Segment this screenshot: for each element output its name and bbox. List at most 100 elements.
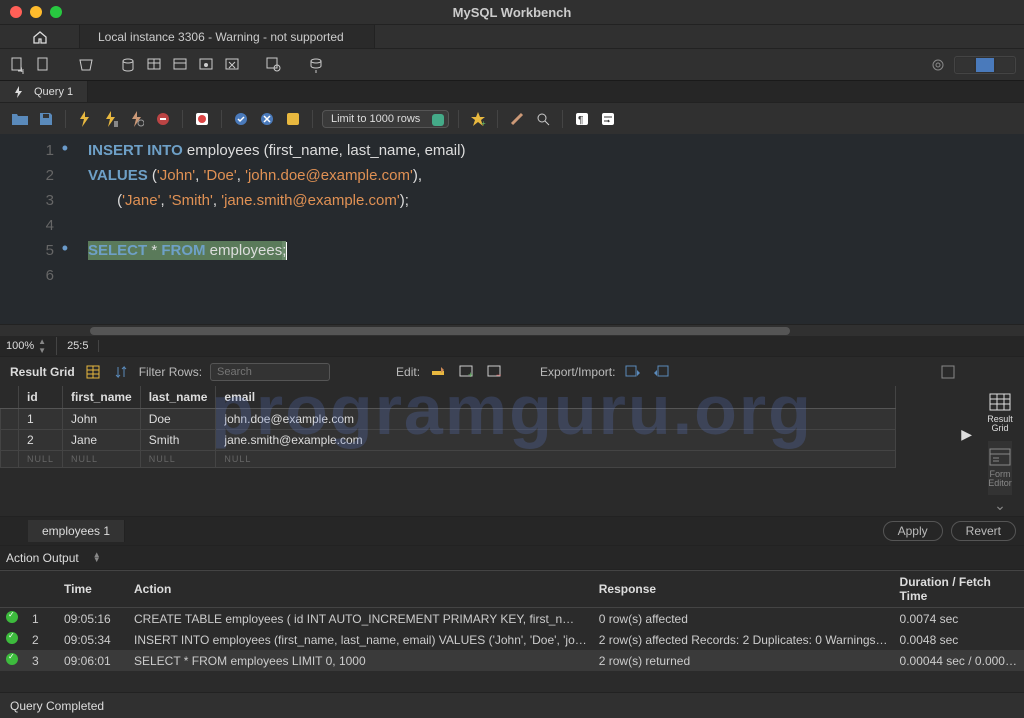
column-header[interactable]: last_name bbox=[140, 386, 216, 409]
titlebar: MySQL Workbench bbox=[0, 0, 1024, 24]
status-ok-icon bbox=[6, 611, 18, 623]
apply-button[interactable]: Apply bbox=[883, 521, 943, 541]
delete-row-icon[interactable]: − bbox=[484, 362, 504, 382]
result-tab[interactable]: employees 1 bbox=[28, 520, 125, 542]
column-header[interactable]: id bbox=[19, 386, 63, 409]
chevron-down-icon[interactable]: ⌄ bbox=[992, 495, 1008, 516]
column-header[interactable]: Action bbox=[128, 571, 593, 608]
panel-toggles bbox=[954, 56, 1016, 74]
find-icon[interactable] bbox=[533, 109, 553, 129]
autocommit-icon[interactable] bbox=[283, 109, 303, 129]
table-row[interactable]: 1JohnDoejohn.doe@example.com bbox=[1, 409, 896, 430]
connection-tab-label: Local instance 3306 - Warning - not supp… bbox=[98, 30, 344, 44]
inspector-icon[interactable] bbox=[76, 55, 96, 75]
column-header[interactable]: Response bbox=[593, 571, 894, 608]
result-area: id first_name last_name email 1JohnDoejo… bbox=[0, 386, 1024, 516]
column-header[interactable]: Time bbox=[58, 571, 128, 608]
svg-text:+: + bbox=[481, 119, 486, 127]
wrap-icon[interactable] bbox=[598, 109, 618, 129]
minimize-window-icon[interactable] bbox=[30, 6, 42, 18]
filter-label: Filter Rows: bbox=[139, 365, 202, 379]
status-text: Query Completed bbox=[10, 699, 104, 713]
export-icon[interactable] bbox=[623, 362, 643, 382]
create-table-icon[interactable] bbox=[144, 55, 164, 75]
limit-rows-select[interactable]: Limit to 1000 rows bbox=[322, 110, 449, 128]
chevron-up-down-icon[interactable]: ▲▼ bbox=[93, 553, 101, 563]
toggle-secondary-icon[interactable] bbox=[996, 58, 1014, 72]
toggle-output-icon[interactable] bbox=[976, 58, 994, 72]
toggle-sidebar-icon[interactable] bbox=[956, 58, 974, 72]
reconnect-icon[interactable] bbox=[306, 55, 326, 75]
new-sql-tab-icon[interactable]: + bbox=[8, 55, 28, 75]
query-tab[interactable]: Query 1 bbox=[0, 81, 88, 102]
action-row[interactable]: 209:05:34INSERT INTO employees (first_na… bbox=[0, 629, 1024, 650]
create-function-icon[interactable] bbox=[222, 55, 242, 75]
open-file-icon[interactable] bbox=[10, 109, 30, 129]
create-procedure-icon[interactable] bbox=[196, 55, 216, 75]
svg-text:−: − bbox=[496, 370, 501, 379]
home-tab[interactable] bbox=[0, 25, 80, 48]
explain-icon[interactable] bbox=[127, 109, 147, 129]
column-header[interactable]: Duration / Fetch Time bbox=[894, 571, 1024, 608]
lightning-icon bbox=[10, 83, 28, 101]
line-number: 6 bbox=[0, 263, 54, 288]
grid-view-icon[interactable] bbox=[83, 362, 103, 382]
action-output-label: Action Output bbox=[6, 551, 79, 565]
execute-current-icon[interactable] bbox=[101, 109, 121, 129]
stop-icon[interactable] bbox=[153, 109, 173, 129]
svg-text:+: + bbox=[468, 370, 473, 379]
status-ok-icon bbox=[6, 632, 18, 644]
search-table-icon[interactable] bbox=[264, 55, 284, 75]
save-file-icon[interactable] bbox=[36, 109, 56, 129]
status-ok-icon bbox=[6, 653, 18, 665]
table-null-row[interactable]: NULLNULLNULLNULL bbox=[1, 451, 896, 468]
column-header[interactable]: email bbox=[216, 386, 896, 409]
cursor-position: 25:5 bbox=[67, 340, 88, 352]
wrap-cell-icon[interactable] bbox=[938, 362, 958, 382]
result-grid-view-button[interactable]: Result Grid bbox=[987, 386, 1013, 441]
result-toolbar: Result Grid Filter Rows: Edit: + − Expor… bbox=[0, 356, 1024, 386]
expand-arrow-icon[interactable]: ▶ bbox=[961, 426, 972, 443]
line-number: 1 bbox=[0, 138, 54, 163]
rollback-icon[interactable] bbox=[257, 109, 277, 129]
settings-icon[interactable] bbox=[928, 55, 948, 75]
column-header[interactable]: first_name bbox=[63, 386, 141, 409]
svg-text:+: + bbox=[19, 65, 24, 74]
favorite-icon[interactable]: + bbox=[468, 109, 488, 129]
connection-tab[interactable]: Local instance 3306 - Warning - not supp… bbox=[80, 25, 375, 48]
code-area[interactable]: INSERT INTO employees (first_name, last_… bbox=[66, 134, 465, 324]
result-grid[interactable]: id first_name last_name email 1JohnDoejo… bbox=[0, 386, 896, 468]
action-output-table: Time Action Response Duration / Fetch Ti… bbox=[0, 570, 1024, 671]
create-view-icon[interactable] bbox=[170, 55, 190, 75]
sql-editor[interactable]: 1 2 3 4 5 6 INSERT INTO employees (first… bbox=[0, 134, 1024, 324]
editor-hscroll[interactable] bbox=[0, 324, 1024, 336]
commit-icon[interactable] bbox=[231, 109, 251, 129]
beautify-icon[interactable] bbox=[507, 109, 527, 129]
open-sql-icon[interactable] bbox=[34, 55, 54, 75]
table-row[interactable]: 2JaneSmithjane.smith@example.com bbox=[1, 430, 896, 451]
form-editor-view-button[interactable]: Form Editor bbox=[988, 441, 1012, 496]
execute-icon[interactable] bbox=[75, 109, 95, 129]
main-toolbar: + bbox=[0, 48, 1024, 80]
app-title: MySQL Workbench bbox=[453, 5, 572, 20]
query-tab-label: Query 1 bbox=[34, 86, 73, 98]
action-output-header: Action Output ▲▼ bbox=[0, 546, 1024, 570]
revert-button[interactable]: Revert bbox=[951, 521, 1016, 541]
filter-rows-input[interactable] bbox=[210, 363, 330, 381]
action-row[interactable]: 109:05:16CREATE TABLE employees ( id INT… bbox=[0, 608, 1024, 630]
action-row[interactable]: 309:06:01SELECT * FROM employees LIMIT 0… bbox=[0, 650, 1024, 671]
toggle-invisible-icon[interactable]: ¶ bbox=[572, 109, 592, 129]
sort-icon[interactable] bbox=[111, 362, 131, 382]
column-header bbox=[26, 571, 58, 608]
line-number: 3 bbox=[0, 188, 54, 213]
maximize-window-icon[interactable] bbox=[50, 6, 62, 18]
add-row-icon[interactable]: + bbox=[456, 362, 476, 382]
import-icon[interactable] bbox=[651, 362, 671, 382]
result-view-switcher: Result Grid Form Editor ⌄ bbox=[976, 386, 1024, 516]
chevron-up-down-icon[interactable]: ▲▼ bbox=[38, 337, 46, 355]
editor-statusbar: 100% ▲▼ 25:5 bbox=[0, 336, 1024, 356]
no-limit-icon[interactable] bbox=[192, 109, 212, 129]
close-window-icon[interactable] bbox=[10, 6, 22, 18]
edit-row-icon[interactable] bbox=[428, 362, 448, 382]
create-schema-icon[interactable] bbox=[118, 55, 138, 75]
